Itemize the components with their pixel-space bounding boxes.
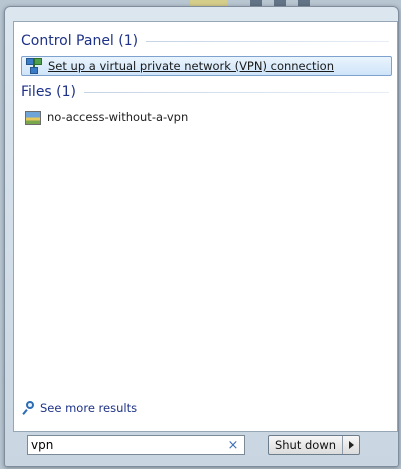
see-more-results-link[interactable]: See more results: [22, 401, 138, 415]
power-options-button[interactable]: [343, 436, 359, 454]
result-item-label: no-access-without-a-vpn: [47, 110, 189, 124]
search-input[interactable]: [28, 437, 225, 453]
triangle-right-icon: [348, 441, 354, 449]
clear-search-icon[interactable]: ×: [225, 437, 241, 453]
search-results-pane: Control Panel (1) Set up a virtual priva…: [13, 21, 398, 432]
shutdown-button-group: Shut down: [268, 435, 360, 455]
group-divider: [84, 91, 389, 93]
see-more-label: See more results: [40, 401, 138, 415]
result-item-vpn-setup[interactable]: Set up a virtual private network (VPN) c…: [21, 56, 392, 76]
result-item-file[interactable]: no-access-without-a-vpn: [21, 107, 188, 127]
group-header-control-panel[interactable]: Control Panel (1): [21, 33, 389, 49]
group-header-label: Files (1): [21, 84, 77, 100]
group-header-files[interactable]: Files (1): [21, 84, 389, 100]
magnifier-icon: [22, 401, 37, 415]
search-box[interactable]: ×: [27, 435, 245, 455]
start-menu: Control Panel (1) Set up a virtual priva…: [4, 6, 399, 467]
image-file-icon: [25, 111, 41, 125]
group-header-label: Control Panel (1): [21, 33, 139, 49]
network-icon: [26, 58, 42, 74]
group-divider: [146, 40, 389, 42]
result-item-label: Set up a virtual private network (VPN) c…: [48, 59, 334, 73]
shutdown-button[interactable]: Shut down: [269, 436, 343, 454]
